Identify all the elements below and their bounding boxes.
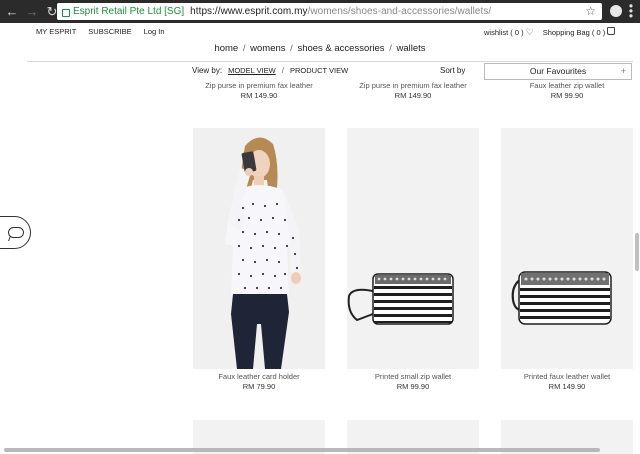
product-price: RM 99.90 xyxy=(396,382,430,391)
model-view-option[interactable]: MODEL VIEW xyxy=(228,66,276,75)
lock-icon xyxy=(62,8,70,17)
horizontal-scrollbar[interactable] xyxy=(4,448,600,452)
url-text: https://www.esprit.com.my/womens/shoes-a… xyxy=(190,6,491,17)
shopping-bag-label: Shopping Bag ( 0 ) xyxy=(542,28,606,37)
product-price: RM 149.90 xyxy=(394,91,432,100)
wallet-photo xyxy=(511,271,612,325)
breadcrumb-separator: / xyxy=(240,43,249,54)
plus-icon: + xyxy=(620,66,626,76)
product-name: Zip purse in premium fax leather xyxy=(359,81,467,90)
site-topbar: MY ESPRIT SUBSCRIBE Log In wishlist ( 0 … xyxy=(0,23,640,39)
subscribe-link[interactable]: SUBSCRIBE xyxy=(88,27,131,36)
shopping-bag-link[interactable]: Shopping Bag ( 0 ) xyxy=(543,27,616,37)
account-links: MY ESPRIT SUBSCRIBE Log In xyxy=(36,27,165,36)
sort-select[interactable]: Our Favourites + xyxy=(484,63,632,80)
product-caption[interactable]: Printed small zip wallet RM 99.90 xyxy=(347,372,479,391)
product-caption[interactable]: Zip purse in premium fax leather RM 149.… xyxy=(193,81,325,100)
product-image[interactable] xyxy=(347,128,479,369)
chat-tail xyxy=(8,236,15,241)
url-path: /womens/shoes-and-accessories/wallets/ xyxy=(307,6,492,17)
shopping-bag-icon xyxy=(607,27,616,35)
breadcrumb-womens[interactable]: womens xyxy=(250,43,285,54)
secure-origin-label: Esprit Retail Pte Ltd [SG] xyxy=(73,6,185,17)
wishlist-label: wishlist ( 0 ) xyxy=(484,27,524,37)
sort-by-label: Sort by xyxy=(440,66,466,75)
product-price: RM 99.90 xyxy=(550,91,584,100)
address-bar[interactable]: Esprit Retail Pte Ltd [SG] https://www.e… xyxy=(57,3,602,20)
product-image[interactable] xyxy=(501,128,633,369)
browser-toolbar: ← → ↻ Esprit Retail Pte Ltd [SG] https:/… xyxy=(0,0,640,23)
my-esprit-link[interactable]: MY ESPRIT xyxy=(36,27,76,36)
model-photo xyxy=(225,137,301,369)
view-toggle: View by: MODEL VIEW / PRODUCT VIEW xyxy=(192,66,348,75)
url-base: https://www.esprit.com.my xyxy=(190,6,308,17)
cart-links: wishlist ( 0 ) ♡ Shopping Bag ( 0 ) xyxy=(484,26,616,37)
wallet-photo xyxy=(347,273,454,325)
product-name: Printed small zip wallet xyxy=(374,372,452,381)
header-divider xyxy=(27,61,633,62)
breadcrumb: home / womens / shoes & accessories / wa… xyxy=(0,43,640,54)
product-name: Faux leather zip wallet xyxy=(529,81,605,90)
product-caption[interactable]: Printed faux leather wallet RM 149.90 xyxy=(501,372,633,391)
product-caption[interactable]: Zip purse in premium fax leather RM 149.… xyxy=(347,81,479,100)
vertical-scrollbar[interactable] xyxy=(635,233,639,271)
product-price: RM 149.90 xyxy=(240,91,278,100)
product-name: Zip purse in premium fax leather xyxy=(205,81,313,90)
sort-select-value: Our Favourites xyxy=(529,66,587,76)
view-separator: / xyxy=(281,66,284,75)
back-arrow-icon[interactable]: ← xyxy=(4,4,20,20)
breadcrumb-shoes-accessories[interactable]: shoes & accessories xyxy=(297,43,384,54)
breadcrumb-wallets[interactable]: wallets xyxy=(396,43,425,54)
product-name: Faux leather card holder xyxy=(218,372,300,381)
product-name: Printed faux leather wallet xyxy=(523,372,611,381)
product-image[interactable] xyxy=(193,128,325,369)
product-price: RM 149.90 xyxy=(548,382,586,391)
forward-arrow-icon[interactable]: → xyxy=(24,4,40,20)
star-icon[interactable]: ☆ xyxy=(585,4,596,18)
view-by-label: View by: xyxy=(192,66,223,75)
extension-icon[interactable] xyxy=(610,5,622,17)
breadcrumb-home[interactable]: home xyxy=(214,43,238,54)
product-caption[interactable]: Faux leather zip wallet RM 99.90 xyxy=(501,81,633,100)
breadcrumb-separator: / xyxy=(287,43,296,54)
product-view-option[interactable]: PRODUCT VIEW xyxy=(290,66,348,75)
product-caption[interactable]: Faux leather card holder RM 79.90 xyxy=(193,372,325,391)
login-link[interactable]: Log In xyxy=(144,27,165,36)
chat-widget[interactable] xyxy=(0,216,31,249)
heart-icon: ♡ xyxy=(525,26,534,37)
wishlist-link[interactable]: wishlist ( 0 ) ♡ xyxy=(484,26,535,37)
browser-menu-icon[interactable]: • • • xyxy=(628,0,634,22)
product-price: RM 79.90 xyxy=(242,382,276,391)
breadcrumb-separator: / xyxy=(386,43,395,54)
